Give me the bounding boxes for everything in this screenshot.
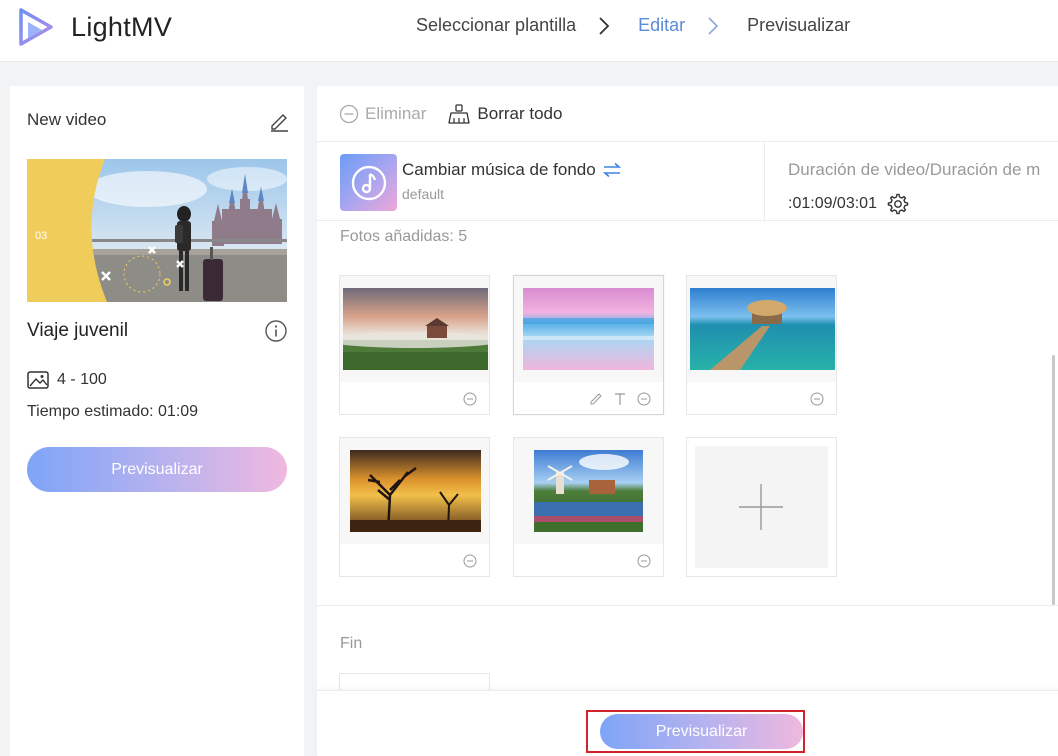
chevron-right-icon [707,16,723,36]
delete-label: Eliminar [365,104,427,123]
template-thumbnail[interactable]: 03 [27,159,287,302]
add-photo-card[interactable] [686,437,837,577]
editor-toolbar: Eliminar Borrar todo [339,104,562,124]
photo-card[interactable] [513,275,664,415]
remove-photo-icon[interactable] [637,392,651,406]
info-icon[interactable] [264,319,288,343]
photo-card[interactable] [339,275,490,415]
estimated-time: Tiempo estimado: 01:09 [27,403,199,420]
step-select-template[interactable]: Seleccionar plantilla [416,15,576,36]
bottom-action-bar: Previsualizar [317,690,1058,756]
photo-range: 4 - 100 [57,371,107,388]
photos-count-label: Fotos añadidas: 5 [340,228,468,245]
duration-value-row: :01:09/03:01 [788,193,909,215]
scrollbar[interactable] [1052,355,1055,605]
clear-all-label: Borrar todo [477,104,563,123]
remove-photo-icon[interactable] [810,392,824,406]
thumbnail-badge: 03 [35,230,47,242]
step-breadcrumb: Seleccionar plantilla Editar Previsualiz… [416,15,850,36]
step-preview[interactable]: Previsualizar [747,15,850,36]
delete-button[interactable]: Eliminar [339,104,426,124]
change-music-button[interactable]: Cambiar música de fondo [402,160,621,180]
photo-thumbnail [690,288,835,370]
remove-photo-icon[interactable] [463,554,477,568]
preview-button[interactable]: Previsualizar [600,714,803,749]
photo-thumbnail [523,288,654,370]
pencil-icon[interactable] [589,392,603,406]
duration-value: :01:09/03:01 [788,195,877,212]
photo-thumbnail [343,288,488,370]
add-photo-button[interactable] [695,446,828,568]
photo-thumbnail [534,450,643,532]
duration-label: Duración de video/Duración de m [788,160,1041,179]
music-row: Cambiar música de fondo default Duración… [317,141,1058,221]
editor-panel: Eliminar Borrar todo Cambiar música de f… [317,86,1058,756]
template-name: Viaje juvenil [27,320,129,341]
brand-name: LightMV [71,12,173,42]
step-edit[interactable]: Editar [638,15,685,36]
top-header: LightMV Seleccionar plantilla Editar Pre… [0,0,1058,62]
remove-photo-icon[interactable] [463,392,477,406]
chevron-right-icon [598,16,614,36]
music-subtitle: default [402,186,445,202]
swap-arrows-icon [602,162,621,178]
pencil-icon[interactable] [268,110,290,132]
lightmv-logo-icon[interactable] [18,8,54,46]
broom-icon [448,104,471,124]
minus-circle-icon [339,104,359,124]
end-section-label: Fin [340,635,363,652]
music-title: Cambiar música de fondo [402,160,596,179]
photo-range-row: 4 - 100 [27,370,107,390]
photo-card[interactable] [513,437,664,577]
text-icon[interactable] [613,392,627,406]
photo-thumbnail [350,450,481,532]
preview-button-side[interactable]: Previsualizar [27,447,287,492]
plus-icon [739,484,783,530]
remove-photo-icon[interactable] [637,554,651,568]
clear-all-button[interactable]: Borrar todo [448,104,562,124]
video-name: New video [27,110,107,129]
image-icon [27,371,49,389]
photo-card[interactable] [339,437,490,577]
gear-icon[interactable] [887,193,909,215]
divider [317,605,1058,606]
music-note-icon[interactable] [340,154,397,211]
divider [764,142,765,220]
photo-card[interactable] [686,275,837,415]
template-info-panel: New video 03 Viaje juvenil 4 - 100 Tiemp… [10,86,304,756]
